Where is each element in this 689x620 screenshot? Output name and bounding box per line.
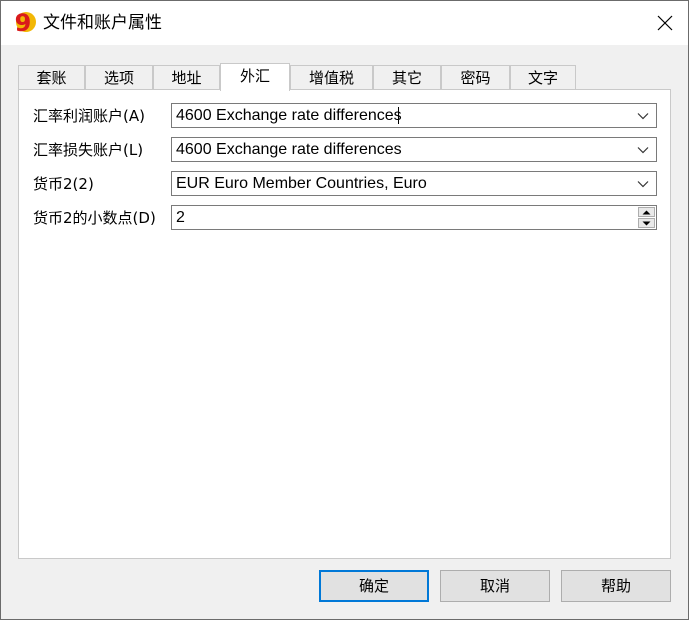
- currency2-decimals-label: 货币2的小数点(D): [33, 209, 156, 227]
- tab-label: 增值税: [308, 69, 354, 87]
- close-button[interactable]: [642, 1, 688, 45]
- triangle-up-icon: [642, 210, 651, 214]
- properties-dialog: 9 文件和账户属性 套账 选项 地址 外汇 增值税 其它 密码 文字 汇率利润账…: [0, 0, 689, 620]
- tab-password[interactable]: 密码: [441, 65, 510, 90]
- exchange-gain-label: 汇率利润账户(A): [33, 107, 145, 125]
- currency2-value[interactable]: EUR Euro Member Countries, Euro: [176, 174, 427, 194]
- tab-label: 套账: [36, 69, 67, 87]
- help-button[interactable]: 帮助: [561, 570, 671, 602]
- exchange-gain-combo[interactable]: 4600 Exchange rate differences: [171, 103, 657, 128]
- chevron-down-icon: [637, 146, 649, 153]
- tab-label: 密码: [460, 69, 491, 87]
- tab-other[interactable]: 其它: [373, 65, 441, 90]
- exchange-gain-value[interactable]: 4600 Exchange rate differences: [176, 106, 402, 126]
- window-title: 文件和账户属性: [43, 13, 162, 33]
- app-icon-glyph: 9: [15, 10, 32, 36]
- exchange-loss-combo[interactable]: 4600 Exchange rate differences: [171, 137, 657, 162]
- cancel-button[interactable]: 取消: [440, 570, 550, 602]
- close-icon: [657, 15, 673, 31]
- dropdown-button[interactable]: [630, 104, 656, 127]
- exchange-loss-value[interactable]: 4600 Exchange rate differences: [176, 140, 402, 160]
- currency2-combo[interactable]: EUR Euro Member Countries, Euro: [171, 171, 657, 196]
- spin-up-button[interactable]: [638, 207, 655, 217]
- banana-app-icon: 9: [11, 9, 37, 37]
- chevron-down-icon: [637, 112, 649, 119]
- dropdown-button[interactable]: [630, 138, 656, 161]
- text-caret: [398, 107, 399, 124]
- tab-label: 外汇: [239, 67, 270, 85]
- tab-texts[interactable]: 文字: [510, 65, 576, 90]
- tab-vat[interactable]: 增值税: [290, 65, 373, 90]
- tab-foreign-currency[interactable]: 外汇: [220, 63, 290, 91]
- tab-panel-foreign-currency: 汇率利润账户(A) 4600 Exchange rate differences…: [18, 89, 671, 559]
- triangle-down-icon: [642, 221, 651, 225]
- dropdown-button[interactable]: [630, 172, 656, 195]
- tab-label: 选项: [103, 69, 134, 87]
- tab-label: 地址: [171, 69, 202, 87]
- currency2-label: 货币2(2): [33, 175, 94, 193]
- spin-down-button[interactable]: [638, 218, 655, 228]
- exchange-loss-label: 汇率损失账户(L): [33, 141, 144, 159]
- tab-file[interactable]: 套账: [18, 65, 85, 90]
- currency2-decimals-value[interactable]: 2: [176, 208, 185, 228]
- tab-label: 其它: [391, 69, 422, 87]
- title-bar: 9 文件和账户属性: [1, 1, 688, 45]
- spin-buttons: [638, 207, 655, 228]
- currency2-decimals-spinbox[interactable]: 2: [171, 205, 657, 230]
- chevron-down-icon: [637, 180, 649, 187]
- tab-address[interactable]: 地址: [153, 65, 220, 90]
- ok-button[interactable]: 确定: [319, 570, 429, 602]
- tab-options[interactable]: 选项: [85, 65, 153, 90]
- tab-label: 文字: [527, 69, 558, 87]
